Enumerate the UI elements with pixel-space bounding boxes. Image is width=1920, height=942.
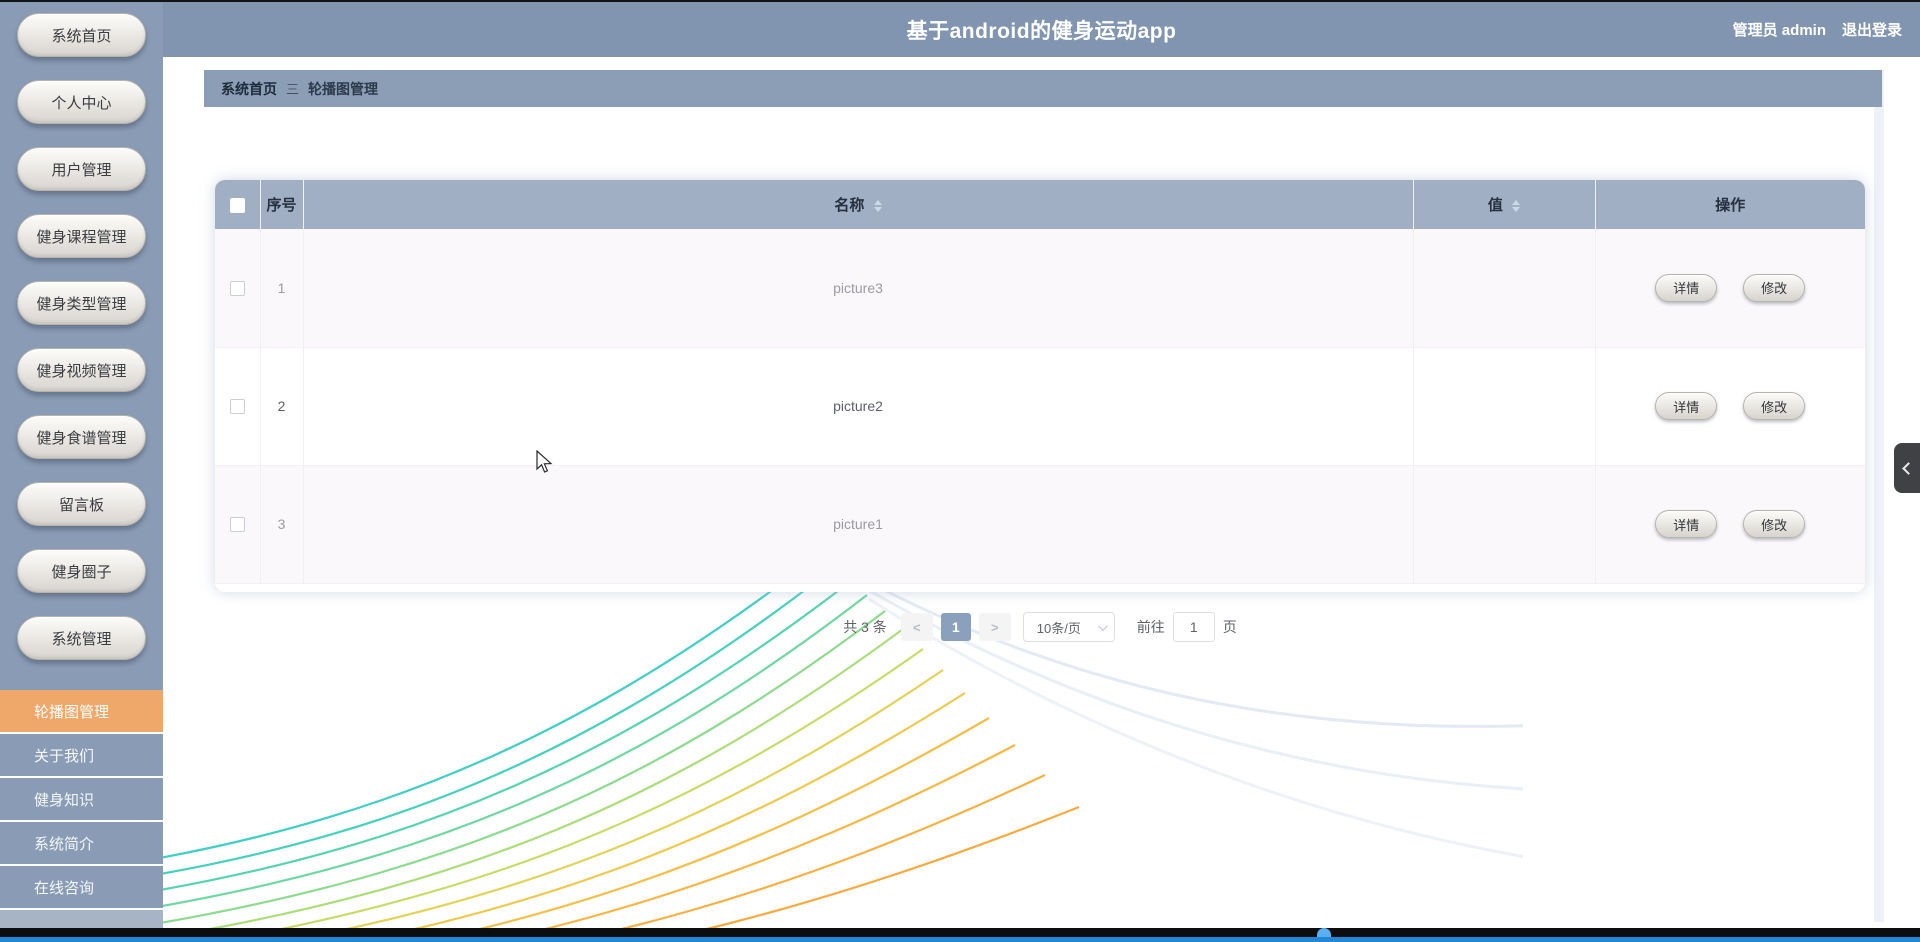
logout-link[interactable]: 退出登录 bbox=[1842, 19, 1902, 40]
progress-marker bbox=[1317, 928, 1331, 937]
bottom-black-bar bbox=[0, 928, 1920, 937]
column-header-actions: 操作 bbox=[1595, 180, 1865, 229]
row-index: 1 bbox=[260, 229, 304, 348]
sidebar-item-recipe-management[interactable]: 健身食谱管理 bbox=[17, 415, 146, 459]
window-top-edge bbox=[0, 0, 1920, 2]
admin-screen: 基于android的健身运动app 管理员 admin 退出登录 系统首页 个人… bbox=[0, 0, 1920, 942]
page-size-value: 10条/页 bbox=[1036, 620, 1081, 636]
column-header-value[interactable]: 值 bbox=[1413, 180, 1596, 229]
breadcrumb: 系统首页 三 轮播图管理 bbox=[204, 70, 1882, 107]
page-title: 基于android的健身运动app bbox=[906, 19, 1177, 43]
chevron-down-icon bbox=[1097, 620, 1108, 631]
pagination-page-1[interactable]: 1 bbox=[940, 613, 971, 641]
row-checkbox[interactable] bbox=[229, 399, 245, 415]
submenu-item-fitness-knowledge[interactable]: 健身知识 bbox=[0, 778, 163, 822]
sidebar-item-personal-center[interactable]: 个人中心 bbox=[17, 80, 146, 124]
page-unit-label: 页 bbox=[1222, 619, 1237, 635]
submenu-item-about-us[interactable]: 关于我们 bbox=[0, 734, 163, 778]
sidebar-item-user-management[interactable]: 用户管理 bbox=[17, 147, 146, 191]
page-size-select[interactable]: 10条/页 bbox=[1022, 612, 1115, 642]
table-header-row: 序号 名称 值 操作 bbox=[215, 180, 1865, 229]
carousel-table: 序号 名称 值 操作 1 picture3 详情 修改 2 picture2 详… bbox=[215, 180, 1865, 584]
table-row: 1 picture3 详情 修改 bbox=[215, 229, 1865, 348]
sidebar: 系统首页 个人中心 用户管理 健身课程管理 健身类型管理 健身视频管理 健身食谱… bbox=[0, 0, 163, 928]
sidebar-filler bbox=[0, 910, 163, 928]
sidebar-item-course-management[interactable]: 健身课程管理 bbox=[17, 214, 146, 258]
sidebar-item-system-management[interactable]: 系统管理 bbox=[17, 616, 146, 660]
sidebar-item-home[interactable]: 系统首页 bbox=[17, 13, 146, 57]
bottom-progress-bar bbox=[0, 937, 1920, 942]
row-checkbox[interactable] bbox=[229, 517, 245, 533]
breadcrumb-home[interactable]: 系统首页 bbox=[221, 79, 277, 99]
table-card: 序号 名称 值 操作 1 picture3 详情 修改 2 picture2 详… bbox=[215, 180, 1865, 592]
header-checkbox-cell bbox=[215, 180, 261, 229]
sidebar-item-message-board[interactable]: 留言板 bbox=[17, 482, 146, 526]
sort-icon[interactable] bbox=[873, 200, 882, 213]
pagination: 共 3 条 < 1 > 10条/页 前往 页 bbox=[215, 612, 1865, 642]
chevron-left-icon bbox=[1902, 461, 1915, 475]
sidebar-item-video-management[interactable]: 健身视频管理 bbox=[17, 348, 146, 392]
edit-button[interactable]: 修改 bbox=[1743, 273, 1806, 302]
column-header-name[interactable]: 名称 bbox=[303, 180, 1414, 229]
row-checkbox[interactable] bbox=[229, 281, 245, 297]
select-all-checkbox[interactable] bbox=[229, 197, 245, 213]
detail-button[interactable]: 详情 bbox=[1655, 392, 1718, 420]
row-name: picture3 bbox=[303, 229, 1414, 348]
goto-label: 前往 bbox=[1136, 619, 1165, 635]
submenu-item-system-intro[interactable]: 系统简介 bbox=[0, 822, 163, 866]
column-header-value-label: 值 bbox=[1487, 197, 1503, 214]
sidebar-item-type-management[interactable]: 健身类型管理 bbox=[17, 281, 146, 325]
pagination-prev-button[interactable]: < bbox=[900, 613, 933, 641]
sidebar-item-fitness-circle[interactable]: 健身圈子 bbox=[17, 549, 146, 593]
edit-button[interactable]: 修改 bbox=[1743, 510, 1806, 538]
user-area: 管理员 admin 退出登录 bbox=[1733, 2, 1902, 57]
submenu-item-online-consult[interactable]: 在线咨询 bbox=[0, 866, 163, 910]
column-header-name-label: 名称 bbox=[834, 197, 865, 214]
row-name: picture2 bbox=[303, 347, 1414, 466]
goto-page-input[interactable] bbox=[1172, 612, 1215, 642]
detail-button[interactable]: 详情 bbox=[1655, 273, 1718, 302]
row-value bbox=[1413, 347, 1596, 466]
breadcrumb-current: 轮播图管理 bbox=[308, 80, 379, 97]
table-row: 2 picture2 详情 修改 bbox=[215, 347, 1865, 466]
edit-button[interactable]: 修改 bbox=[1743, 392, 1806, 420]
submenu-item-carousel-management[interactable]: 轮播图管理 bbox=[0, 690, 163, 734]
admin-username: 管理员 admin bbox=[1732, 22, 1826, 39]
row-index: 3 bbox=[260, 465, 304, 584]
detail-button[interactable]: 详情 bbox=[1655, 510, 1718, 538]
row-value bbox=[1413, 229, 1596, 348]
sidebar-submenu: 轮播图管理 关于我们 健身知识 系统简介 在线咨询 bbox=[0, 690, 163, 910]
row-value bbox=[1413, 465, 1596, 584]
sort-icon[interactable] bbox=[1512, 200, 1521, 213]
pagination-total: 共 3 条 bbox=[843, 619, 887, 635]
collapse-panel-tab[interactable] bbox=[1894, 443, 1920, 493]
table-row: 3 picture1 详情 修改 bbox=[215, 465, 1865, 584]
pagination-next-button[interactable]: > bbox=[978, 613, 1011, 641]
row-index: 2 bbox=[260, 347, 304, 466]
app-bar: 基于android的健身运动app 管理员 admin 退出登录 bbox=[163, 2, 1920, 57]
breadcrumb-separator-icon: 三 bbox=[286, 82, 300, 97]
scrollbar-track[interactable] bbox=[1874, 70, 1884, 922]
row-name: picture1 bbox=[303, 465, 1414, 584]
column-header-index: 序号 bbox=[260, 180, 304, 229]
